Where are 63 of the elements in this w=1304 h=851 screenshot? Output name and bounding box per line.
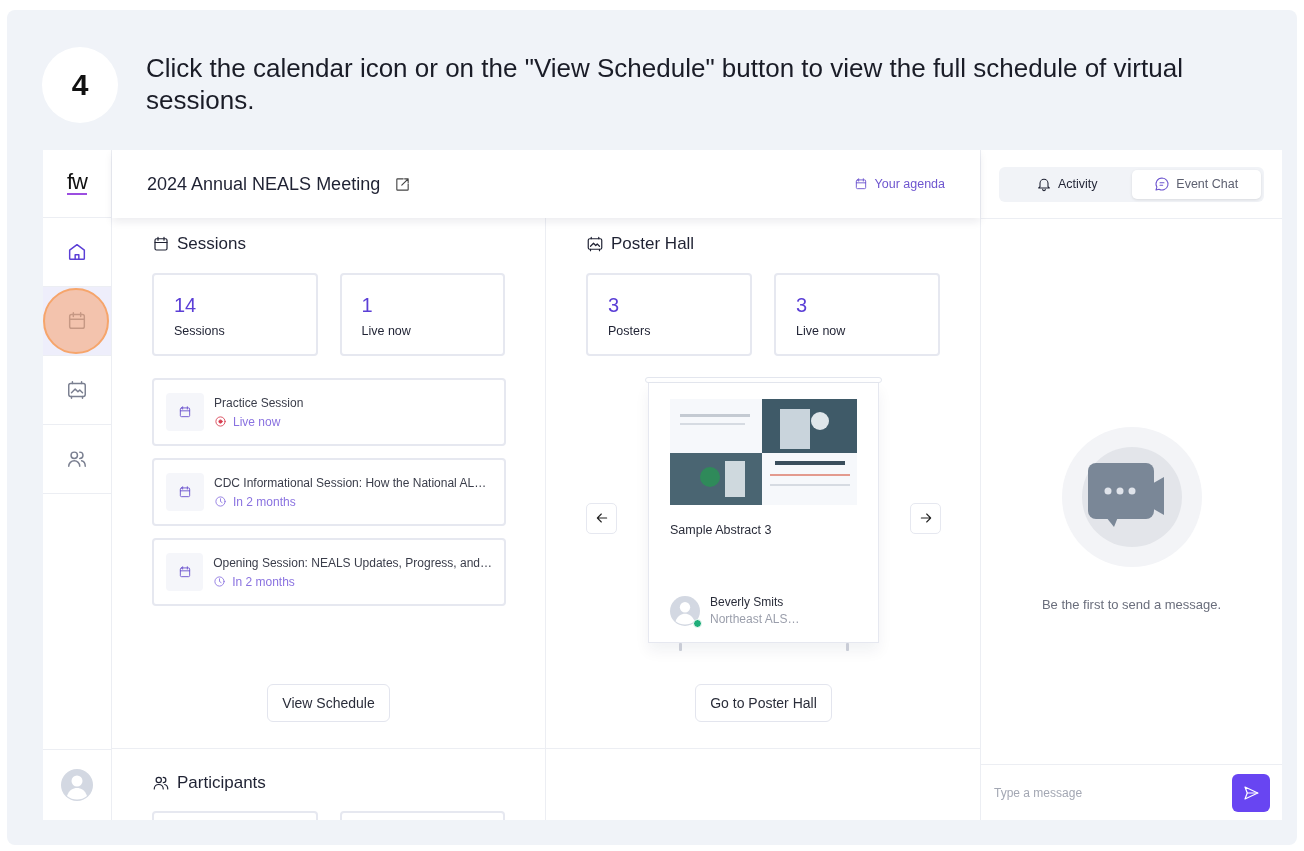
people-icon <box>152 774 170 792</box>
logo[interactable]: fw <box>67 172 87 195</box>
session-title: Opening Session: NEALS Updates, Progress, and… <box>213 555 492 570</box>
session-title: CDC Informational Session: How the National AL… <box>214 475 487 490</box>
clock-icon <box>213 575 227 588</box>
calendar-icon <box>152 235 170 253</box>
stat-card[interactable]: 3 Live now <box>774 273 940 356</box>
poster-leg <box>845 643 849 651</box>
stat-card[interactable]: 1 Live now <box>339 273 505 356</box>
view-schedule-button[interactable]: View Schedule <box>267 684 390 722</box>
stat-label: Sessions <box>174 324 226 338</box>
next-button[interactable] <box>910 502 941 534</box>
step-instruction: Click the calendar icon or on the "View Schedule" button to view the full schedule of virtual sessions. <box>146 52 1184 116</box>
stat-value: 1 <box>361 295 374 315</box>
external-link-icon <box>394 175 412 193</box>
stat-card[interactable]: 14 Sessions <box>152 273 318 356</box>
message-input[interactable]: Type a message <box>994 785 1224 800</box>
stat-label: Posters <box>608 324 652 338</box>
session-status: In 2 months <box>233 494 296 509</box>
section-title: Sessions <box>177 234 246 254</box>
home-icon <box>66 241 88 263</box>
previous-button[interactable] <box>586 502 617 534</box>
stat-label: Live now <box>361 324 412 338</box>
bell-icon <box>1035 176 1052 192</box>
live-icon <box>214 415 227 428</box>
section-title: Participants <box>177 773 266 793</box>
section-title: Poster Hall <box>611 234 695 254</box>
calendar-icon <box>66 310 88 332</box>
poster-card[interactable]: Sample Abstract 3 Beverly Smits Northeast ALS… <box>648 383 879 643</box>
poster-title: Sample Abstract 3 <box>670 523 773 537</box>
panel-tab[interactable]: Event Chat <box>1131 169 1261 199</box>
stat-card[interactable]: 3 Posters <box>586 273 752 356</box>
empty-chat-message: Be the first to send a message. <box>1041 597 1222 612</box>
panel-tab[interactable]: Activity <box>1002 169 1132 199</box>
easel-icon <box>586 235 604 253</box>
calendar-icon <box>178 485 192 499</box>
author-affiliation: Northeast ALS… <box>710 612 800 626</box>
session-card[interactable]: CDC Informational Session: How the National AL… In 2 months <box>152 458 506 526</box>
author-name: Beverly Smits <box>710 595 785 609</box>
session-status: In 2 months <box>232 574 295 589</box>
poster-leg <box>678 643 682 651</box>
step-number: 4 <box>42 47 118 123</box>
session-card[interactable]: Practice Session Live now <box>152 378 506 446</box>
calendar-icon <box>178 405 192 419</box>
stat-value: 14 <box>174 295 198 315</box>
stat-label: Live now <box>796 324 847 338</box>
easel-icon <box>66 379 88 401</box>
people-icon <box>66 448 88 470</box>
session-title: Practice Session <box>214 395 304 410</box>
send-button[interactable] <box>1232 773 1270 812</box>
chat-icon <box>1154 176 1171 192</box>
clock-icon <box>214 495 227 508</box>
calendar-icon <box>177 565 192 579</box>
stat-value: 3 <box>796 295 809 315</box>
user-avatar <box>61 769 93 801</box>
stat-value: 3 <box>608 295 621 315</box>
author-avatar <box>670 595 700 626</box>
calendar-icon <box>853 177 868 191</box>
session-card[interactable]: Opening Session: NEALS Updates, Progress, and… In 2 months <box>152 538 506 606</box>
go-to-poster-hall-button[interactable]: Go to Poster Hall <box>695 684 832 722</box>
session-status: Live now <box>233 414 281 429</box>
event-title: 2024 Annual NEALS Meeting <box>147 173 381 195</box>
agenda-link[interactable]: Your agenda <box>853 177 945 191</box>
